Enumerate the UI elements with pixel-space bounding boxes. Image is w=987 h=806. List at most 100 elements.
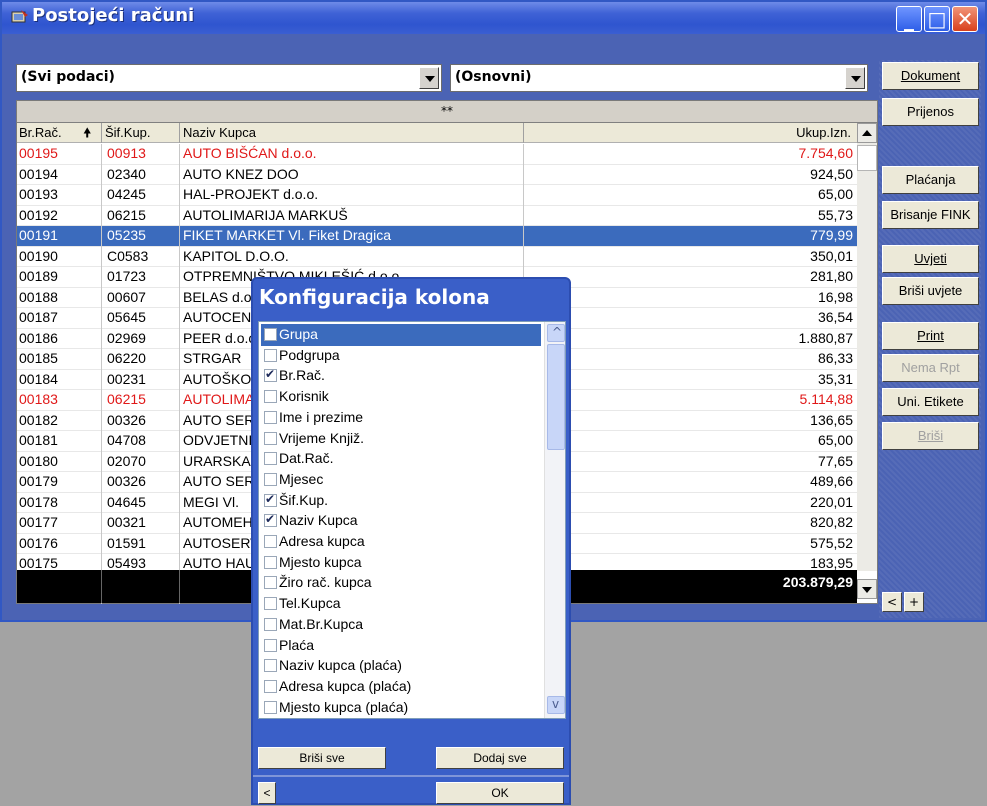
column-option[interactable]: Naziv Kupca: [261, 510, 541, 532]
scroll-thumb[interactable]: [857, 145, 877, 171]
checkbox[interactable]: [264, 659, 277, 673]
checkbox[interactable]: [264, 431, 277, 445]
document-button[interactable]: Dokument: [882, 62, 979, 90]
cell-total: 820,82: [810, 514, 853, 530]
group-header[interactable]: **: [17, 101, 877, 123]
checkbox[interactable]: [264, 679, 277, 693]
scroll-down-icon[interactable]: [857, 579, 877, 599]
cell-customer-code: 05645: [107, 309, 146, 325]
cell-customer-name: STRGAR: [183, 350, 242, 366]
data-filter-select[interactable]: (Svi podaci): [16, 64, 442, 92]
column-option[interactable]: Šif.Kup.: [261, 490, 541, 512]
title-bar[interactable]: Postojeći računi _ □ ✕: [2, 2, 985, 34]
labels-button[interactable]: Uni. Etikete: [882, 388, 979, 416]
column-header-invoice-no[interactable]: Br.Rač.: [19, 125, 62, 140]
column-option[interactable]: Br.Rač.: [261, 365, 541, 387]
column-option-label: Tel.Kupca: [279, 595, 341, 612]
checklist-scrollbar[interactable]: [544, 322, 565, 718]
column-option[interactable]: Tel.Kupca: [261, 593, 541, 615]
cell-invoice-no: 00190: [19, 247, 58, 264]
cell-customer-code: 05235: [107, 227, 146, 243]
column-option[interactable]: Mjesto kupca: [261, 552, 541, 574]
close-button[interactable]: ✕: [952, 6, 978, 32]
column-option[interactable]: Adresa kupca (plaća): [261, 676, 541, 698]
maximize-button[interactable]: □: [924, 6, 950, 32]
chevron-down-icon[interactable]: [845, 67, 865, 89]
ok-button[interactable]: OK: [436, 782, 564, 804]
column-option-label: Žiro rač. kupca: [279, 574, 372, 591]
column-option[interactable]: Dat.Rač.: [261, 448, 541, 470]
column-header-total[interactable]: Ukup.Izn.: [796, 125, 851, 140]
column-option-label: Mjesto kupca: [279, 553, 362, 570]
transfer-button[interactable]: Prijenos: [882, 98, 979, 126]
checkbox[interactable]: [264, 348, 277, 362]
checkbox[interactable]: [264, 700, 277, 714]
column-option[interactable]: Ime i prezime: [261, 407, 541, 429]
cell-total: 575,52: [810, 534, 853, 551]
checkbox[interactable]: [264, 512, 277, 528]
clear-all-button[interactable]: Briši sve: [258, 747, 386, 769]
payments-button[interactable]: Plaćanja: [882, 166, 979, 194]
scroll-up-icon[interactable]: [857, 123, 877, 143]
column-header-customer-name[interactable]: Naziv Kupca: [183, 125, 256, 140]
scroll-up-icon[interactable]: [547, 324, 565, 342]
add-all-button[interactable]: Dodaj sve: [436, 747, 564, 769]
cell-invoice-no: 00177: [19, 514, 58, 530]
checkbox[interactable]: [264, 492, 277, 507]
grid-scrollbar[interactable]: [857, 123, 877, 571]
checkbox[interactable]: [264, 390, 277, 404]
table-row[interactable]: 00194 02340 AUTO KNEZ DOO 924,50: [17, 165, 857, 185]
cell-total: 489,66: [810, 473, 853, 489]
conditions-button[interactable]: Uvjeti: [882, 245, 979, 273]
no-report-button[interactable]: Nema Rpt: [882, 354, 979, 382]
previous-button[interactable]: <: [882, 592, 902, 612]
table-row[interactable]: 00195 00913 AUTO BIŠĆAN d.o.o. 7.754,60: [17, 144, 857, 165]
column-option[interactable]: Naziv kupca (plaća): [261, 655, 541, 677]
minimize-button[interactable]: _: [896, 6, 922, 32]
column-option[interactable]: Mjesec: [261, 469, 541, 491]
cell-total: 16,98: [817, 288, 853, 305]
cell-total: 924,50: [810, 165, 853, 182]
delete-fink-button[interactable]: Brisanje FINK: [882, 201, 979, 229]
column-option[interactable]: Adresa kupca: [261, 531, 541, 553]
column-option[interactable]: Mat.Br.Kupca: [261, 614, 541, 636]
table-row[interactable]: 00193 04245 HAL-PROJEKT d.o.o. 65,00: [17, 185, 857, 206]
checkbox[interactable]: [264, 576, 277, 590]
scroll-thumb[interactable]: [547, 344, 565, 450]
view-select[interactable]: (Osnovni): [450, 64, 868, 92]
cell-customer-name: AUTO BIŠĆAN d.o.o.: [183, 145, 317, 161]
column-header-customer-code[interactable]: Šif.Kup.: [105, 125, 151, 140]
column-option-label: Naziv kupca (plaća): [279, 657, 402, 674]
clear-conditions-button[interactable]: Briši uvjete: [882, 277, 979, 305]
print-button[interactable]: Print: [882, 322, 979, 350]
back-button[interactable]: <: [258, 782, 276, 804]
cell-customer-code: 04708: [107, 432, 146, 448]
checkbox[interactable]: [264, 617, 277, 631]
checkbox[interactable]: [264, 328, 277, 341]
checkbox[interactable]: [264, 367, 277, 383]
checkbox[interactable]: [264, 535, 277, 548]
table-row[interactable]: 00191 05235 FIKET MARKET Vl. Fiket Dragica…: [17, 226, 857, 247]
table-row[interactable]: 00190 C0583 KAPITOL D.O.O. 350,01: [17, 247, 857, 267]
column-option-label: Dat.Rač.: [279, 450, 334, 467]
checkbox[interactable]: [264, 472, 277, 486]
checkbox[interactable]: [264, 555, 277, 569]
column-option[interactable]: Mjesto kupca (plaća): [261, 697, 541, 718]
checkbox[interactable]: [264, 638, 277, 652]
column-option-label: Vrijeme Knjiž.: [279, 429, 365, 446]
column-option[interactable]: Vrijeme Knjiž.: [261, 428, 541, 450]
column-option[interactable]: Plaća: [261, 635, 541, 657]
table-row[interactable]: 00192 06215 AUTOLIMARIJA MARKUŠ 55,73: [17, 206, 857, 226]
delete-button[interactable]: Briši: [882, 422, 979, 450]
scroll-down-icon[interactable]: [547, 696, 565, 714]
checkbox[interactable]: [264, 452, 277, 466]
column-option[interactable]: Grupa: [261, 324, 541, 346]
checkbox[interactable]: [264, 410, 277, 424]
column-option[interactable]: Žiro rač. kupca: [261, 572, 541, 594]
add-button[interactable]: +: [904, 592, 924, 612]
column-option[interactable]: Podgrupa: [261, 345, 541, 367]
minimize-icon: _: [904, 7, 914, 31]
checkbox[interactable]: [264, 597, 277, 611]
chevron-down-icon[interactable]: [419, 67, 439, 89]
column-option[interactable]: Korisnik: [261, 386, 541, 408]
